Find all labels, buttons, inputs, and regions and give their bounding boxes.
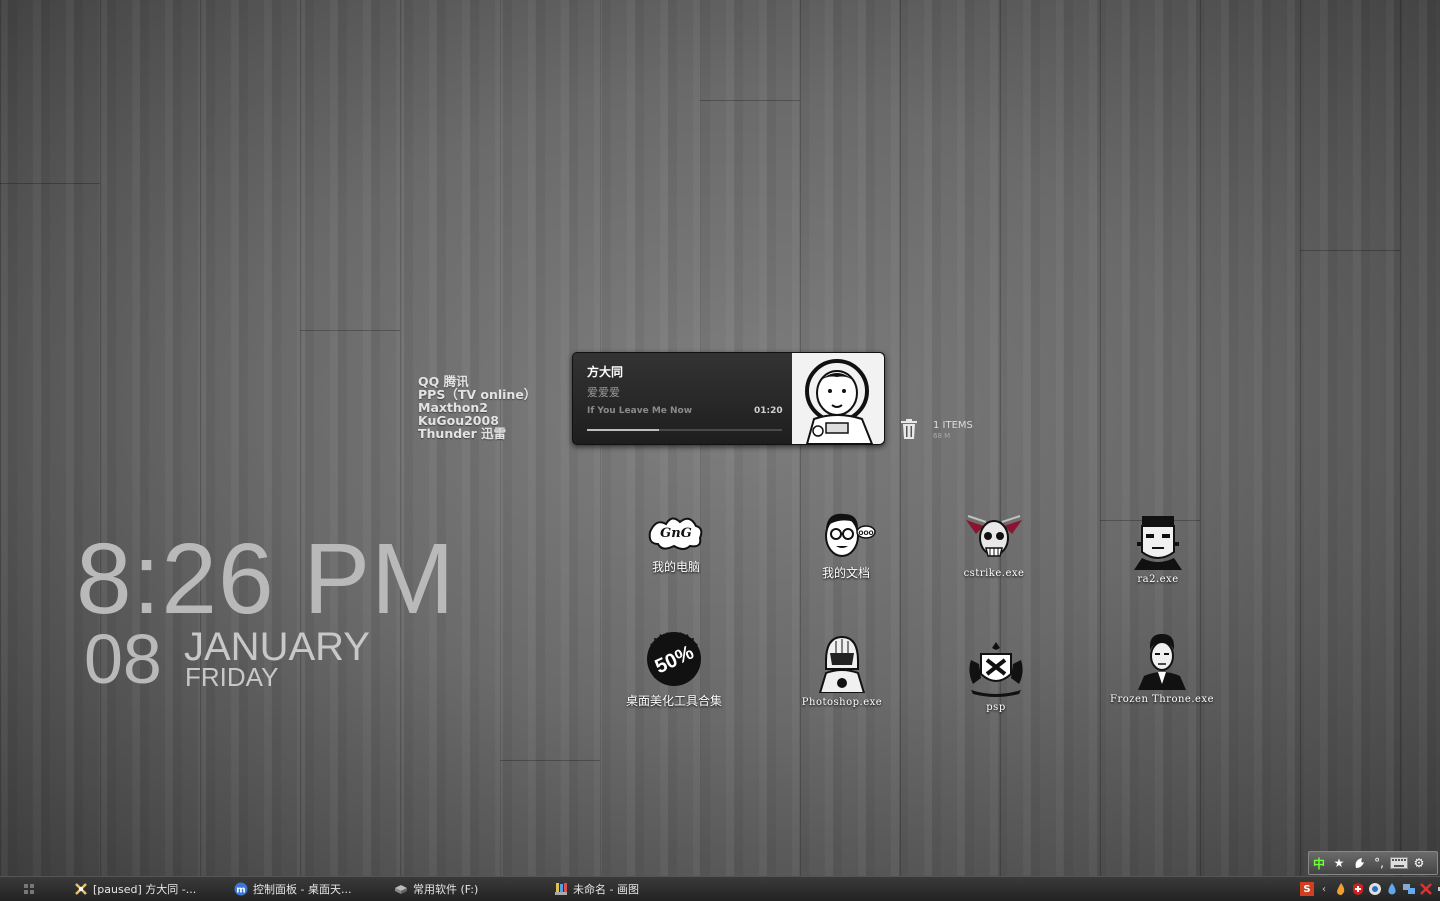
desktop-icon-psp[interactable]: psp <box>950 640 1042 713</box>
clock-time: 8:26 PM <box>76 523 456 635</box>
desktop-icon-my-computer[interactable]: GnG 我的电脑 <box>630 510 722 575</box>
taskbar-item-control-panel[interactable]: m 控制面板 - 桌面天... <box>234 880 351 898</box>
desktop-icon-my-documents[interactable]: OOO 我的文档 <box>800 508 892 581</box>
keyboard-icon[interactable] <box>1389 853 1409 873</box>
wood-seam <box>700 100 800 101</box>
maxthon-icon: m <box>234 882 248 896</box>
recycle-bin[interactable] <box>899 418 919 444</box>
player-album: 爱爱爱 <box>587 386 620 399</box>
frankenstein-icon <box>1134 516 1182 570</box>
astronaut-cover-icon <box>792 353 884 444</box>
chevron-left-icon[interactable]: ‹ <box>1317 882 1331 896</box>
svg-text:OOO: OOO <box>858 530 873 537</box>
clock-weekday: FRIDAY <box>185 662 279 692</box>
sale-50-icon: 50% <box>647 632 701 686</box>
water-drop-icon[interactable] <box>1385 882 1399 896</box>
svg-text:GnG: GnG <box>660 526 692 541</box>
taskbar-item-label: [paused] 方大同 -... <box>93 883 197 896</box>
paint-icon <box>554 882 568 896</box>
desktop-icon-label: 桌面美化工具合集 <box>625 694 722 708</box>
man-portrait-icon <box>1138 634 1186 690</box>
trash-icon[interactable] <box>899 418 919 440</box>
player-progress-bar[interactable] <box>587 429 782 431</box>
star-icon[interactable]: ★ <box>1329 853 1349 873</box>
music-icon <box>74 882 88 896</box>
app-link-thunder[interactable]: Thunder 迅雷 <box>418 427 536 440</box>
volume-icon[interactable] <box>1436 882 1440 896</box>
desktop-icon-beautify-tools[interactable]: 50% 桌面美化工具合集 <box>618 630 730 709</box>
punctuation-icon[interactable]: °, <box>1369 853 1389 873</box>
music-player-widget[interactable]: 方大同 爱爱爱 If You Leave Me Now 01:20 <box>572 352 885 445</box>
fire-icon[interactable] <box>1334 882 1348 896</box>
desktop-icon-photoshop[interactable]: Photoshop.exe <box>796 633 888 708</box>
wood-seam <box>300 330 400 331</box>
system-tray: S ‹ <box>1300 880 1440 898</box>
desktop-icon-label: cstrike.exe <box>963 568 1025 579</box>
antivirus-icon[interactable] <box>1368 882 1382 896</box>
desktop-icon-label: Frozen Throne.exe <box>1110 694 1214 705</box>
wood-seam <box>500 760 600 761</box>
desktop-icon-cstrike[interactable]: cstrike.exe <box>948 512 1040 579</box>
sogou-icon[interactable]: S <box>1300 882 1314 896</box>
desktop-icon-ra2[interactable]: ra2.exe <box>1112 512 1204 585</box>
recycle-size: 68 M <box>933 432 951 440</box>
desktop-icon-label: ra2.exe <box>1137 574 1179 585</box>
ime-language-bar[interactable]: 中 ★ °, ⚙ <box>1308 851 1438 875</box>
network-icon[interactable] <box>1402 882 1416 896</box>
gear-icon[interactable]: ⚙ <box>1409 853 1429 873</box>
player-elapsed-time: 01:20 <box>754 406 783 416</box>
daft-punk-icon <box>818 635 866 693</box>
crest-icon <box>969 642 1023 697</box>
nerd-face-icon: OOO <box>825 513 876 557</box>
taskbar-item-label: 常用软件 (F:) <box>413 883 479 896</box>
clock-day: 08 <box>84 620 162 698</box>
desktop-icon-label: 我的电脑 <box>651 560 700 574</box>
taskbar-item-drive[interactable]: 常用软件 (F:) <box>394 880 478 898</box>
player-progress-fill <box>587 429 660 431</box>
taskbar-item-music-player[interactable]: [paused] 方大同 -... <box>74 880 196 898</box>
winged-skull-icon <box>966 515 1022 557</box>
svg-text:m: m <box>236 886 245 896</box>
tools-icon[interactable] <box>1419 882 1433 896</box>
shield-icon[interactable] <box>1351 882 1365 896</box>
recycle-item-count: 1 ITEMS <box>933 420 973 431</box>
taskbar-item-paint[interactable]: 未命名 - 画图 <box>554 880 639 898</box>
desktop-icon-label: 我的文档 <box>821 566 870 580</box>
ime-mode-toggle[interactable]: 中 <box>1309 853 1329 873</box>
graffiti-icon: GnG <box>648 517 703 550</box>
moon-icon[interactable] <box>1349 853 1369 873</box>
player-artist: 方大同 <box>587 365 624 379</box>
start-menu-icon[interactable] <box>22 882 36 896</box>
desktop-icon-frozen-throne[interactable]: Frozen Throne.exe <box>1106 632 1218 705</box>
app-launcher-list: QQ 腾讯 PPS（TV online） Maxthon2 KuGou2008 … <box>418 375 536 440</box>
wood-seam <box>1300 250 1400 251</box>
taskbar: [paused] 方大同 -... m 控制面板 - 桌面天... 常用软件 (… <box>0 876 1440 901</box>
desktop-icon-label: Photoshop.exe <box>801 697 883 708</box>
wood-seam <box>0 183 100 184</box>
player-track-title: If You Leave Me Now <box>587 406 693 416</box>
taskbar-item-label: 控制面板 - 桌面天... <box>253 883 352 896</box>
drive-icon <box>394 882 408 896</box>
taskbar-item-label: 未命名 - 画图 <box>573 883 639 896</box>
desktop-icon-label: psp <box>986 702 1006 713</box>
album-cover-art <box>792 353 884 444</box>
